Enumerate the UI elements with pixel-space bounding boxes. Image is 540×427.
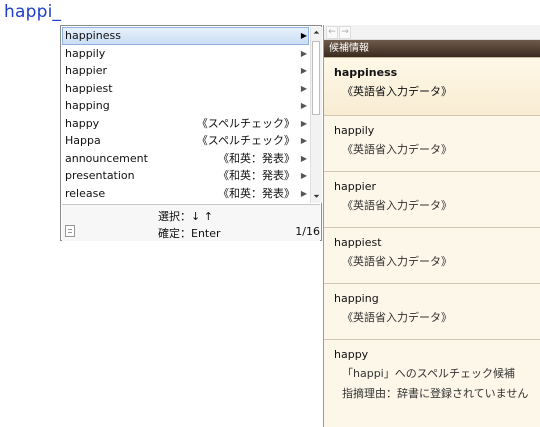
info-entry-desc: 《英語省入力データ》 xyxy=(342,85,452,98)
submenu-arrow-icon: ▶ xyxy=(300,171,307,180)
candidate-word: happy xyxy=(65,116,100,130)
info-entry-desc: 《英語省入力データ》 xyxy=(342,199,452,212)
info-entry-word: happiness xyxy=(334,66,398,79)
submenu-arrow-icon: ▶ xyxy=(300,118,307,128)
submenu-arrow-icon: ▶ xyxy=(300,31,307,40)
submenu-arrow-icon: ▶ xyxy=(300,48,307,58)
candidate-tag: 《和英：発表》 xyxy=(218,151,295,165)
forward-arrow-icon[interactable]: → xyxy=(339,26,351,39)
candidate-tag: 《和英：発表》 xyxy=(218,186,295,200)
candidate-scrollbar[interactable]: ⏶ ⏷ xyxy=(310,27,322,203)
confirm-hint: 確定：Enter xyxy=(158,227,221,240)
info-entry-word: happiest xyxy=(334,236,382,249)
candidate-tag: 《スペルチェック》 xyxy=(196,134,295,147)
info-panel-title: 候補情報 xyxy=(324,40,540,57)
candidate-row[interactable]: happy 《スペルチェック》 ▶ xyxy=(62,115,309,133)
submenu-arrow-icon: ▶ xyxy=(300,101,307,110)
candidate-word: release xyxy=(65,186,106,200)
candidate-row[interactable]: Happa 《スペルチェック》 ▶ xyxy=(62,132,309,150)
submenu-arrow-icon: ▶ xyxy=(300,66,307,75)
submenu-arrow-icon: ▶ xyxy=(300,83,307,93)
info-entry[interactable]: happiness 《英語省入力データ》 xyxy=(324,57,540,116)
candidate-row[interactable]: happiest ▶ xyxy=(62,80,309,98)
scroll-down-icon[interactable]: ⏷ xyxy=(311,191,322,203)
submenu-arrow-icon: ▶ xyxy=(300,136,307,145)
candidate-word: happiest xyxy=(65,81,113,95)
info-entry-word: happing xyxy=(334,292,379,305)
candidate-row[interactable]: presentation 《和英：発表》 ▶ xyxy=(62,167,309,185)
candidate-word: announcement xyxy=(65,151,148,165)
candidate-info-panel: ← → 候補情報 happiness 《英語省入力データ》 happily 《英語… xyxy=(323,25,540,427)
candidate-word: happily xyxy=(65,46,106,60)
select-hint: 選択：↓ ↑ xyxy=(158,210,213,223)
candidate-word: presentation xyxy=(65,169,135,182)
info-entry[interactable]: happing 《英語省入力データ》 xyxy=(324,284,540,340)
candidate-row[interactable]: release 《和英：発表》 ▶ xyxy=(62,185,309,203)
candidate-tag: 《和英：発表》 xyxy=(218,169,295,182)
back-arrow-icon[interactable]: ← xyxy=(326,26,338,39)
info-entry-desc: 《英語省入力データ》 xyxy=(342,255,452,268)
candidate-row[interactable]: happier ▶ xyxy=(62,62,309,80)
candidate-footer: 選択：↓ ↑ 確定：Enter 1/16 xyxy=(62,204,320,241)
info-entry-desc: 《英語省入力データ》 xyxy=(342,311,452,324)
submenu-arrow-icon: ▶ xyxy=(300,153,307,163)
info-entry-word: happily xyxy=(334,124,375,137)
submenu-arrow-icon: ▶ xyxy=(300,188,307,198)
candidate-word: happiness xyxy=(65,29,121,42)
info-entry[interactable]: happier 《英語省入力データ》 xyxy=(324,172,540,228)
info-entry[interactable]: happily 《英語省入力データ》 xyxy=(324,116,540,172)
scroll-thumb[interactable] xyxy=(312,41,320,115)
candidate-row[interactable]: happily ▶ xyxy=(62,45,309,63)
info-entry[interactable]: happy 「happi」へのスペルチェック候補 指摘理由：辞書に登録されていま… xyxy=(324,340,540,410)
info-nav: ← → xyxy=(324,25,540,40)
info-entry-desc: 《英語省入力データ》 xyxy=(342,143,452,156)
candidate-list: happiness ▶ happily ▶ happier ▶ happiest… xyxy=(62,27,309,202)
page-counter: 1/16 xyxy=(295,225,320,238)
candidate-word: happing xyxy=(65,99,110,112)
candidate-word: Happa xyxy=(65,134,101,147)
candidate-row[interactable]: happing ▶ xyxy=(62,97,309,115)
candidate-row[interactable]: happiness ▶ xyxy=(62,27,309,45)
scroll-up-icon[interactable]: ⏶ xyxy=(311,27,322,39)
info-entry[interactable]: happiest 《英語省入力データ》 xyxy=(324,228,540,284)
note-icon[interactable] xyxy=(65,225,75,237)
typed-text: happi_ xyxy=(4,2,62,22)
candidate-row[interactable]: announcement 《和英：発表》 ▶ xyxy=(62,150,309,168)
info-entry-word: happy xyxy=(334,348,369,361)
candidate-window: happiness ▶ happily ▶ happier ▶ happiest… xyxy=(60,25,322,241)
info-entry-reason: 指摘理由：辞書に登録されていません xyxy=(342,387,529,400)
info-entry-desc: 「happi」へのスペルチェック候補 xyxy=(342,367,515,380)
candidate-word: happier xyxy=(65,64,108,77)
info-entry-word: happier xyxy=(334,180,377,193)
candidate-tag: 《スペルチェック》 xyxy=(196,116,295,130)
